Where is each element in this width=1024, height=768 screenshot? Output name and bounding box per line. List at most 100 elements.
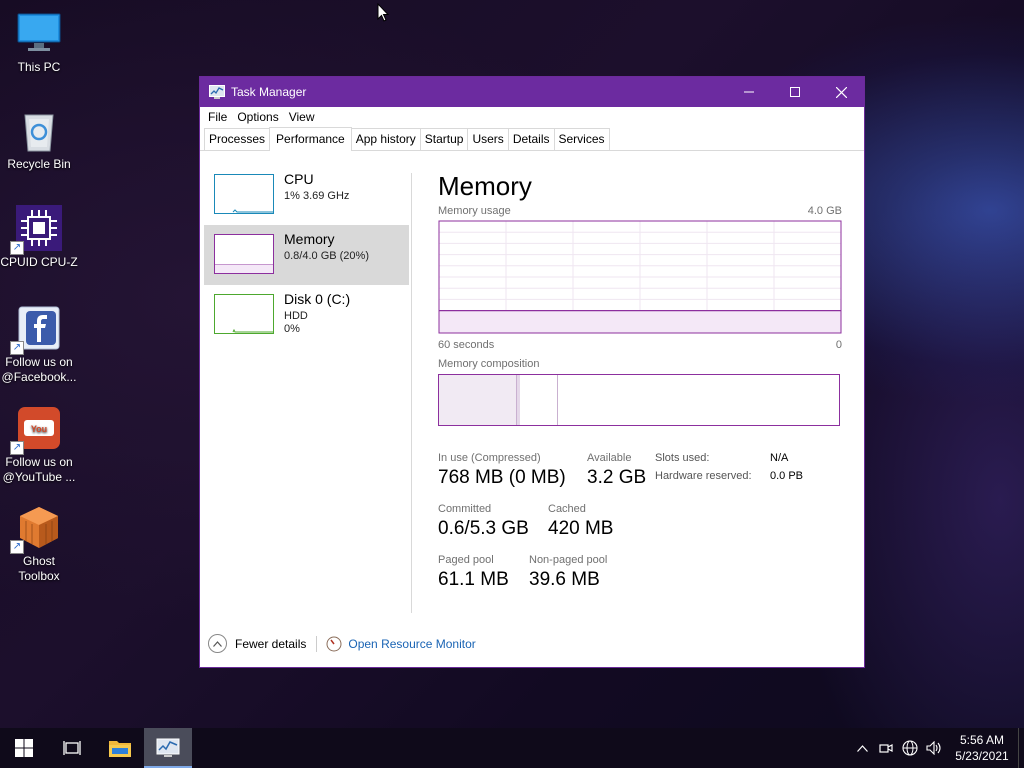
stat-value: 0.6/5.3 GB xyxy=(438,518,529,539)
stat-label: Paged pool xyxy=(438,554,494,566)
minimize-button[interactable] xyxy=(726,77,772,107)
start-button[interactable] xyxy=(0,728,48,768)
taskbar-task-manager-button[interactable] xyxy=(144,728,192,768)
composition-standby[interactable] xyxy=(520,375,558,425)
time-axis-right: 0 xyxy=(835,339,842,351)
menu-options[interactable]: Options xyxy=(232,110,283,124)
minimize-icon xyxy=(744,91,754,93)
resource-detail: 0% xyxy=(284,323,300,335)
desktop-icon-recycle-bin[interactable]: Recycle Bin xyxy=(0,107,78,172)
composition-free[interactable] xyxy=(559,375,839,425)
resource-name: CPU xyxy=(284,171,314,187)
desktop-icon-label: Recycle Bin xyxy=(7,157,71,171)
shortcut-arrow-icon: ↗ xyxy=(10,241,24,255)
desktop-icon-cpuid-cpu-z[interactable]: ↗ CPUID CPU-Z xyxy=(0,205,78,270)
memory-mini-graph xyxy=(214,234,274,274)
stat-label: Committed xyxy=(438,503,492,515)
meet-now-button[interactable] xyxy=(874,728,898,768)
system-tray: 5:56 AM 5/23/2021 xyxy=(850,728,1024,768)
resource-monitor-icon xyxy=(326,636,342,651)
tab-processes[interactable]: Processes xyxy=(204,128,271,150)
maximize-icon xyxy=(790,87,800,97)
page-title: Memory xyxy=(438,171,532,201)
menu-view[interactable]: View xyxy=(284,110,320,124)
resource-detail: 1% 3.69 GHz xyxy=(284,190,350,202)
resource-item-memory[interactable]: Memory 0.8/4.0 GB (20%) xyxy=(204,225,409,285)
performance-panel: CPU 1% 3.69 GHz Memory 0.8/4.0 GB (20%) … xyxy=(200,151,864,613)
stat-label: Cached xyxy=(548,503,586,515)
stat-value: 420 MB xyxy=(548,518,614,539)
stat-label: Hardware reserved: xyxy=(655,470,752,482)
footer-divider xyxy=(316,635,318,652)
memory-details: Memory Memory usage 4.0 GB 60 seconds 0 … xyxy=(438,171,842,612)
resource-detail: HDD xyxy=(284,310,308,322)
open-resource-monitor-link[interactable]: Open Resource Monitor xyxy=(348,637,475,651)
task-view-icon xyxy=(63,741,81,755)
mouse-cursor-icon xyxy=(377,3,389,22)
task-manager-icon xyxy=(156,738,180,757)
stat-value: 768 MB (0 MB) xyxy=(438,467,566,488)
resource-item-cpu[interactable]: CPU 1% 3.69 GHz xyxy=(204,165,409,225)
memory-composition-label: Memory composition xyxy=(438,358,540,370)
cpu-mini-graph-line xyxy=(232,209,273,213)
stat-hardware-reserved: Hardware reserved: 0.0 PB xyxy=(655,470,803,482)
pane-divider xyxy=(411,173,412,613)
network-button[interactable] xyxy=(898,728,922,768)
tab-details[interactable]: Details xyxy=(507,128,555,150)
stat-paged-pool: Paged pool 61.1 MB xyxy=(438,554,509,591)
desktop-icon-this-pc[interactable]: This PC xyxy=(0,10,78,75)
show-hidden-icons-button[interactable] xyxy=(850,728,874,768)
fewer-details-label[interactable]: Fewer details xyxy=(235,637,306,651)
windows-logo-icon xyxy=(15,739,33,757)
memory-usage-chart xyxy=(438,220,842,334)
stat-value: 3.2 GB xyxy=(587,467,647,488)
speaker-icon xyxy=(926,741,941,755)
tab-app-history[interactable]: App history xyxy=(350,128,421,150)
fewer-details-button[interactable] xyxy=(208,634,227,653)
desktop-icon-ghost-toolbox[interactable]: ↗ Ghost Toolbox xyxy=(0,504,78,584)
desktop-icon-label: Follow us on @YouTube ... xyxy=(2,455,76,484)
memory-usage-max: 4.0 GB xyxy=(807,205,842,217)
window-title: Task Manager xyxy=(231,85,307,99)
taskbar: 5:56 AM 5/23/2021 xyxy=(0,728,1024,768)
desktop-icon-label: CPUID CPU-Z xyxy=(0,255,78,269)
stat-non-paged-pool: Non-paged pool 39.6 MB xyxy=(529,554,607,591)
tab-users[interactable]: Users xyxy=(467,128,509,150)
close-button[interactable] xyxy=(818,77,864,107)
task-view-button[interactable] xyxy=(48,728,96,768)
svg-text:You: You xyxy=(31,424,47,434)
composition-in-use[interactable] xyxy=(439,375,517,425)
resource-list: CPU 1% 3.69 GHz Memory 0.8/4.0 GB (20%) … xyxy=(204,165,409,345)
folder-icon xyxy=(109,741,131,757)
tab-startup[interactable]: Startup xyxy=(419,128,469,150)
file-explorer-button[interactable] xyxy=(96,728,144,768)
camera-icon xyxy=(879,744,893,753)
cpu-z-icon: ↗ xyxy=(10,205,62,255)
memory-stats: In use (Compressed) 768 MB (0 MB) Availa… xyxy=(438,452,842,612)
chevron-up-icon xyxy=(213,640,222,647)
stat-cached: Cached 420 MB xyxy=(548,503,613,540)
monitor-icon xyxy=(16,10,62,56)
volume-button[interactable] xyxy=(922,728,946,768)
tab-performance[interactable]: Performance xyxy=(269,127,352,151)
footer: Fewer details Open Resource Monitor xyxy=(208,634,476,653)
desktop-icon-facebook[interactable]: ↗ Follow us on @Facebook... xyxy=(0,305,78,385)
stat-value: N/A xyxy=(770,452,789,464)
chevron-up-icon xyxy=(856,744,868,752)
stat-label: In use (Compressed) xyxy=(438,452,541,464)
show-desktop-button[interactable] xyxy=(1018,728,1024,768)
stat-label: Available xyxy=(587,452,632,464)
menu-file[interactable]: File xyxy=(203,110,232,124)
tab-services[interactable]: Services xyxy=(553,128,610,150)
desktop-icon-youtube[interactable]: You ↗ Follow us on @YouTube ... xyxy=(0,405,78,485)
title-bar[interactable]: Task Manager xyxy=(200,77,864,107)
shortcut-arrow-icon: ↗ xyxy=(10,341,24,355)
resource-item-disk[interactable]: Disk 0 (C:) HDD 0% xyxy=(204,285,409,345)
stat-value: 61.1 MB xyxy=(438,569,509,590)
clock[interactable]: 5:56 AM 5/23/2021 xyxy=(946,732,1018,764)
stat-committed: Committed 0.6/5.3 GB xyxy=(438,503,529,540)
tab-bar: Processes Performance App history Startu… xyxy=(200,127,864,151)
time-axis-left: 60 seconds xyxy=(438,339,495,351)
resource-name: Disk 0 (C:) xyxy=(284,291,351,307)
maximize-button[interactable] xyxy=(772,77,818,107)
